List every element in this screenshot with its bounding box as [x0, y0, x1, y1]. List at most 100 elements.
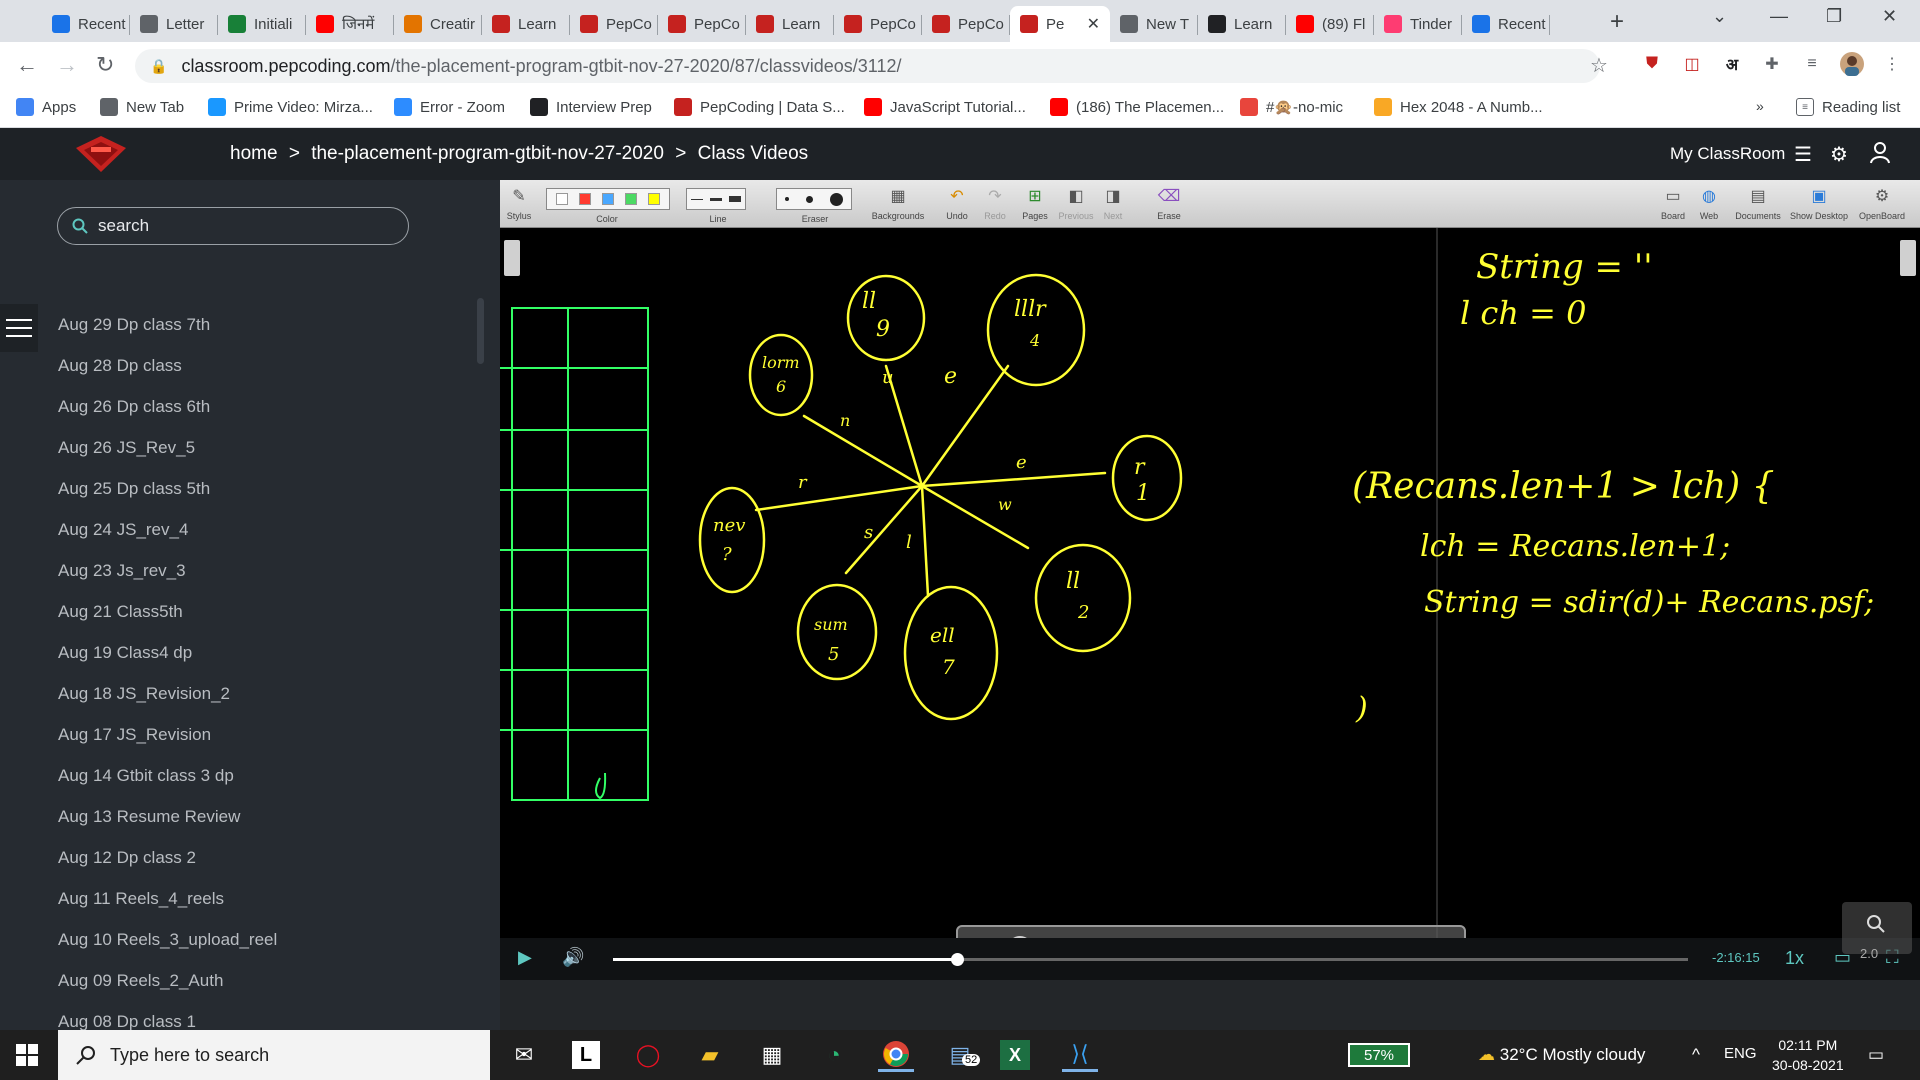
reading-list-button[interactable]: ≡ Reading list [1796, 98, 1900, 116]
search-input[interactable] [98, 216, 398, 236]
browser-tab[interactable]: Initiali [218, 6, 306, 42]
chrome-menu-icon[interactable]: ⋮ [1880, 52, 1904, 76]
document-app-icon[interactable]: ▤ 52 [942, 1038, 981, 1072]
extension-translate-icon[interactable]: अ [1720, 52, 1744, 76]
video-list-item[interactable]: Aug 25 Dp class 5th [58, 468, 478, 509]
browser-tab[interactable]: PepCo [834, 6, 922, 42]
forward-icon[interactable]: → [56, 52, 78, 78]
playback-speed-button[interactable]: 1x [1785, 948, 1804, 969]
undo-tool[interactable]: ↶ Undo [942, 185, 972, 221]
video-list-item[interactable]: Aug 14 Gtbit class 3 dp [58, 755, 478, 796]
breadcrumb-course[interactable]: the-placement-program-gtbit-nov-27-2020 [311, 143, 664, 164]
browser-tab[interactable]: New T [1110, 6, 1198, 42]
launcher-l-app-icon[interactable]: L [572, 1041, 600, 1069]
video-list-item[interactable]: Aug 29 Dp class 7th [58, 304, 478, 345]
web-mode-tool[interactable]: ◍ Web [1696, 185, 1722, 221]
volume-icon[interactable]: 🔊 [562, 947, 584, 968]
stylus-tool[interactable]: ✎ Stylus [504, 185, 534, 221]
bookmark-item[interactable]: Interview Prep [530, 98, 652, 116]
color-swatch[interactable] [624, 193, 637, 205]
browser-tab[interactable]: Creatir [394, 6, 482, 42]
breadcrumb-home[interactable]: home [230, 143, 278, 164]
restore-window-button[interactable]: ❐ [1826, 6, 1842, 27]
browser-tab[interactable]: Recent [1462, 6, 1550, 42]
color-palette[interactable] [546, 188, 670, 210]
notifications-icon[interactable]: ▭ [1868, 1045, 1884, 1065]
show-desktop-tool[interactable]: ▣ Show Desktop [1788, 185, 1850, 221]
bookmarks-overflow-button[interactable]: » [1756, 98, 1764, 114]
backgrounds-tool[interactable]: ▦ Backgrounds [870, 185, 926, 221]
tab-search-icon[interactable]: ⌄ [1712, 6, 1727, 27]
video-list-item[interactable]: Aug 18 JS_Revision_2 [58, 673, 478, 714]
new-tab-button[interactable]: + [1610, 8, 1624, 36]
user-profile-icon[interactable] [1870, 142, 1890, 170]
microsoft-store-icon[interactable]: ▦ [754, 1038, 790, 1072]
bookmark-item[interactable]: (186) The Placemen... [1050, 98, 1224, 116]
browser-tab[interactable]: जिनमें [306, 6, 394, 42]
close-tab-icon[interactable]: ✕ [1081, 14, 1100, 34]
video-player[interactable]: ✎ Stylus Color Line Eraser ▦ Backgrounds ↶… [500, 180, 1920, 1030]
bookmark-item[interactable]: New Tab [100, 98, 184, 116]
menu-list-icon[interactable]: ☰ [1794, 142, 1812, 167]
video-list-item[interactable]: Aug 26 Dp class 6th [58, 386, 478, 427]
video-list-item[interactable]: Aug 12 Dp class 2 [58, 837, 478, 878]
seek-bar-thumb[interactable] [951, 953, 964, 966]
video-list-item[interactable]: Aug 13 Resume Review [58, 796, 478, 837]
windows-start-icon[interactable] [16, 1044, 38, 1066]
video-list-item[interactable]: Aug 28 Dp class [58, 345, 478, 386]
browser-tab[interactable]: Pe ✕ [1010, 6, 1110, 42]
taskbar-search[interactable]: Type here to search [58, 1030, 490, 1080]
bookmark-item[interactable]: Prime Video: Mirza... [208, 98, 373, 116]
openboard-menu-tool[interactable]: ⚙ OpenBoard [1856, 185, 1908, 221]
board-mode-tool[interactable]: ▭ Board [1658, 185, 1688, 221]
pepcoding-logo[interactable] [74, 134, 128, 174]
browser-tab[interactable]: Learn [1198, 6, 1286, 42]
documents-tool[interactable]: ▤ Documents [1734, 185, 1782, 221]
breadcrumb-class-videos[interactable]: Class Videos [698, 143, 809, 164]
browser-tab[interactable]: Recent [42, 6, 130, 42]
browser-tab[interactable]: Learn [482, 6, 570, 42]
close-window-button[interactable]: ✕ [1882, 6, 1897, 27]
bookmark-item[interactable]: Error - Zoom [394, 98, 505, 116]
weather-widget[interactable]: ☁ 32°C Mostly cloudy [1478, 1045, 1645, 1065]
mail-app-icon[interactable]: ✉ [506, 1038, 542, 1072]
system-clock[interactable]: 02:11 PM 30-08-2021 [1772, 1035, 1844, 1075]
lock-icon[interactable]: 🔒 [150, 58, 167, 75]
excel-app-icon[interactable]: X [1000, 1040, 1030, 1070]
bookmark-item[interactable]: Apps [16, 98, 76, 116]
minimize-window-button[interactable]: — [1770, 6, 1788, 27]
input-language[interactable]: ENG [1724, 1045, 1757, 1062]
next-page-tool[interactable]: ◨ Next [1100, 185, 1126, 221]
address-bar[interactable]: 🔒 classroom.pepcoding.com/the-placement-… [135, 49, 1600, 83]
video-list-item[interactable]: Aug 26 JS_Rev_5 [58, 427, 478, 468]
video-list-item[interactable]: Aug 11 Reels_4_reels [58, 878, 478, 919]
color-swatch[interactable] [647, 193, 660, 205]
play-button[interactable]: ▶ [518, 947, 532, 968]
browser-tab[interactable]: PepCo [922, 6, 1010, 42]
reload-icon[interactable]: ↻ [96, 52, 114, 78]
profile-avatar[interactable] [1840, 52, 1864, 76]
video-list-item[interactable]: Aug 21 Class5th [58, 591, 478, 632]
browser-tab[interactable]: PepCo [658, 6, 746, 42]
opera-browser-icon[interactable]: ◯ [630, 1038, 666, 1072]
bookmark-item[interactable]: #🙊-no-mic [1240, 98, 1343, 116]
bookmark-item[interactable]: Hex 2048 - A Numb... [1374, 98, 1543, 116]
video-list-item[interactable]: Aug 19 Class4 dp [58, 632, 478, 673]
line-width-selector[interactable] [686, 188, 746, 210]
bookmark-item[interactable]: PepCoding | Data S... [674, 98, 845, 116]
my-classroom-link[interactable]: My ClassRoom [1670, 144, 1785, 164]
video-list-item[interactable]: Aug 09 Reels_2_Auth [58, 960, 478, 1001]
settings-gear-icon[interactable]: ⚙ [1830, 142, 1848, 167]
battery-indicator[interactable]: 57% [1348, 1043, 1410, 1067]
chrome-app-icon[interactable] [878, 1038, 914, 1072]
file-explorer-icon[interactable]: ▰ [692, 1038, 728, 1072]
video-list-item[interactable]: Aug 10 Reels_3_upload_reel [58, 919, 478, 960]
color-swatch[interactable] [579, 193, 592, 205]
extension-shield-icon[interactable]: ⛊ [1640, 52, 1664, 76]
seek-bar[interactable] [613, 953, 1688, 966]
video-list-item[interactable]: Aug 17 JS_Revision [58, 714, 478, 755]
previous-page-tool[interactable]: ◧ Previous [1056, 185, 1096, 221]
browser-tab[interactable]: Tinder [1374, 6, 1462, 42]
pages-tool[interactable]: ⊞ Pages [1020, 185, 1050, 221]
bookmark-star-icon[interactable]: ☆ [1590, 53, 1608, 78]
